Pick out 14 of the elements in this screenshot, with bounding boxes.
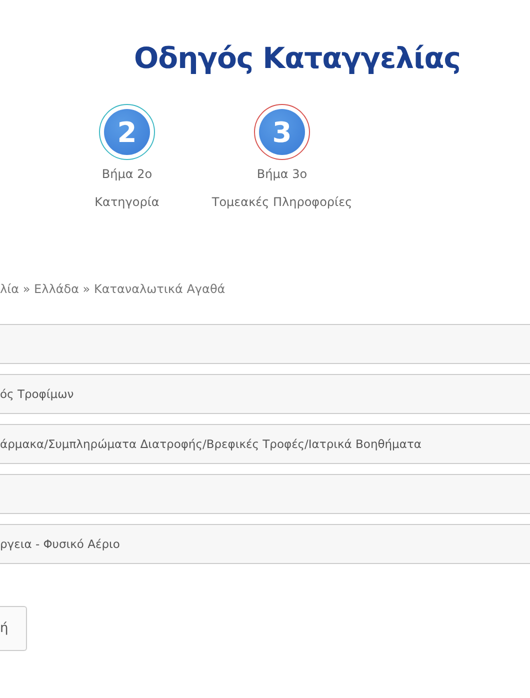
page-title: Οδηγός Καταγγελίας [134, 40, 462, 77]
select-field[interactable]: άρμακα/Συμπληρώματα Διατροφής/Βρεφικές Τροφές/Ιατρικά Βοηθήματα [0, 424, 530, 464]
select-field[interactable] [0, 474, 530, 514]
step-caption: Κατηγορία [94, 194, 160, 211]
breadcrumb: λία » Ελλάδα » Καταναλωτικά Αγαθά [0, 282, 226, 296]
step-label: Βήμα 3ο [256, 166, 308, 183]
step-badge: 2 [99, 104, 155, 160]
step-badge: 3 [254, 104, 310, 160]
step-caption: Τομεακές Πληροφορίες [212, 194, 352, 211]
select-field[interactable] [0, 324, 530, 364]
step-label: Βήμα 2ο [102, 166, 152, 183]
select-field[interactable]: ργεια - Φυσικό Αέριο [0, 524, 530, 564]
submit-button[interactable]: ή [0, 606, 27, 651]
select-field[interactable]: ός Τροφίμων [0, 374, 530, 414]
